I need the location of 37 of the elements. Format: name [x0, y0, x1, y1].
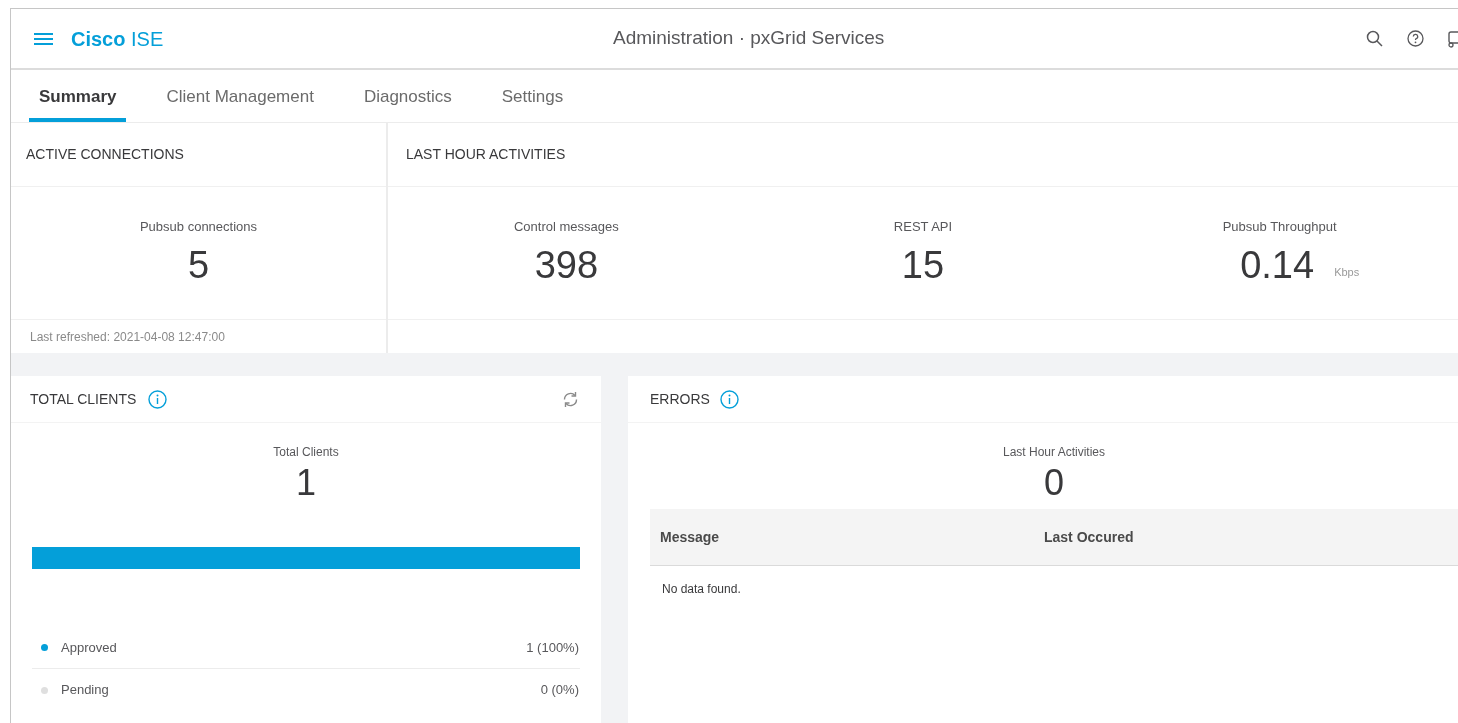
search-icon[interactable]	[1366, 30, 1383, 47]
metric-value: 0	[1044, 461, 1064, 505]
info-icon[interactable]	[148, 389, 168, 409]
metric-value: 398	[534, 242, 599, 288]
section-title: ERRORS	[650, 389, 710, 409]
brand-logo[interactable]: Cisco ISE	[71, 23, 164, 54]
metric-value: 0.14	[1240, 242, 1315, 288]
metric-value: 15	[901, 242, 945, 288]
metric-label: Control messages	[513, 218, 619, 237]
section-title: ACTIVE CONNECTIONS	[26, 145, 184, 164]
menu-icon[interactable]	[34, 31, 53, 46]
metric-label: Pubsub connections	[139, 218, 258, 237]
metric-value: 1	[296, 461, 316, 505]
last-refreshed-text: Last refreshed: 2021-04-08 12:47:00	[30, 328, 225, 346]
section-title: TOTAL CLIENTS	[30, 389, 137, 409]
tab[interactable]: Diagnostics	[353, 75, 462, 122]
legend-value: 0 (0%)	[540, 681, 579, 700]
metric-label: Pubsub Throughput	[1222, 218, 1337, 237]
column-header: Message	[660, 527, 721, 547]
column-header: Last Occured	[1044, 527, 1134, 547]
section-title: LAST HOUR ACTIVITIES	[406, 145, 566, 164]
info-icon[interactable]	[719, 389, 739, 409]
empty-table-text: No data found.	[662, 581, 742, 598]
metric-label: Last Hour Activities	[1002, 444, 1105, 461]
tab[interactable]: Client Management	[156, 75, 324, 122]
help-icon[interactable]	[1407, 30, 1424, 47]
page-title: Administration · pxGrid Services	[613, 26, 885, 51]
metric-label: REST API	[893, 218, 953, 237]
tab[interactable]: Summary	[29, 75, 127, 122]
metric-value: 5	[187, 242, 210, 288]
legend-label: Pending	[61, 681, 109, 700]
unit-label: Kbps	[1334, 265, 1360, 281]
refresh-icon[interactable]	[562, 390, 579, 408]
tab[interactable]: Settings	[491, 75, 574, 122]
legend-value: 1 (100%)	[526, 638, 579, 657]
metric-label: Total Clients	[273, 444, 339, 461]
legend-label: Approved	[61, 638, 117, 657]
